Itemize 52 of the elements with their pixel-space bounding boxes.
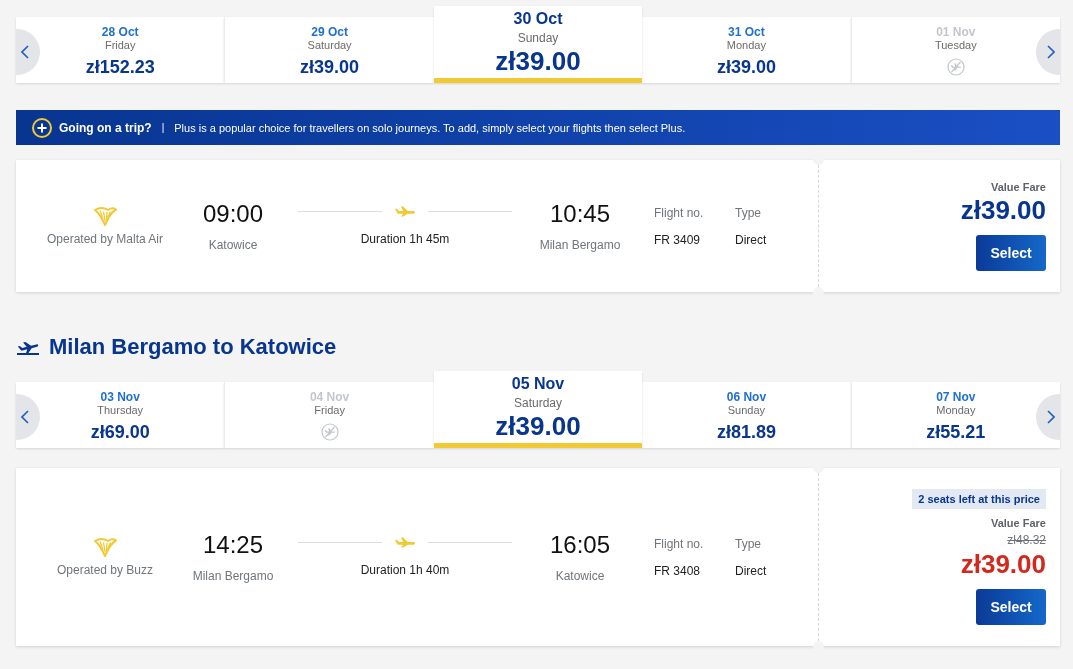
slashed-plane-icon xyxy=(320,423,339,441)
select-button[interactable]: Select xyxy=(976,589,1046,625)
flight-type: Direct xyxy=(735,563,767,578)
slashed-plane-icon xyxy=(946,58,965,76)
harp-icon xyxy=(93,206,117,226)
date-tab[interactable]: 05 Nov Saturday zł39.00 xyxy=(433,371,643,448)
duration-label: Duration 1h 45m xyxy=(360,232,450,246)
fare-price: zł39.00 xyxy=(960,549,1046,579)
chevron-right-icon xyxy=(1047,410,1055,424)
arrival-time: 10:45 xyxy=(549,200,611,228)
arrival-airport: Katowice xyxy=(555,569,605,583)
flight-type-label: Type xyxy=(735,536,761,551)
arrival-time: 16:05 xyxy=(549,531,611,559)
fare-name: Value Fare xyxy=(990,181,1046,193)
operator-label: Operated by Malta Air xyxy=(46,232,164,246)
date-tab[interactable]: 30 Oct Sunday zł39.00 xyxy=(433,6,643,83)
date-tab[interactable]: 28 Oct Friday zł152.23 xyxy=(16,17,225,83)
chevron-right-icon xyxy=(1047,45,1055,59)
chevron-left-icon xyxy=(21,45,29,59)
date-tab[interactable]: 07 Nov Monday zł55.21 xyxy=(850,382,1061,448)
departure-airport: Milan Bergamo xyxy=(192,569,274,583)
date-tab[interactable]: 03 Nov Thursday zł69.00 xyxy=(16,382,225,448)
departure-time: 14:25 xyxy=(202,531,264,559)
old-price: zł48.32 xyxy=(1007,533,1046,547)
flight-number-label: Flight no. xyxy=(654,205,704,220)
plane-takeoff-icon xyxy=(17,339,39,355)
departure-time: 09:00 xyxy=(202,200,264,228)
banner-title: Going on a trip? xyxy=(59,120,152,135)
date-tab[interactable]: 31 Oct Monday zł39.00 xyxy=(642,17,851,83)
plus-icon xyxy=(32,117,52,138)
flight-number-label: Flight no. xyxy=(654,536,704,551)
arrival-airport: Milan Bergamo xyxy=(539,238,621,252)
banner-text: Plus is a popular choice for travellers on solo journeys. To add, simply select your flights then select Plus. xyxy=(174,121,686,134)
select-button[interactable]: Select xyxy=(976,235,1046,271)
plane-icon xyxy=(394,206,416,217)
harp-icon xyxy=(93,537,117,557)
route-title: Milan Bergamo to Katowice xyxy=(49,334,337,360)
duration-label: Duration 1h 40m xyxy=(360,563,450,577)
plane-icon xyxy=(394,537,416,548)
flight-number: FR 3409 xyxy=(654,232,701,247)
departure-airport: Katowice xyxy=(208,238,258,252)
banner-separator: | xyxy=(161,122,165,133)
date-tab[interactable]: 06 Nov Sunday zł81.89 xyxy=(642,382,851,448)
seats-left-badge: 2 seats left at this price xyxy=(912,489,1046,509)
date-tab[interactable]: 29 Oct Saturday zł39.00 xyxy=(224,17,434,83)
fare-price: zł39.00 xyxy=(960,195,1046,225)
chevron-left-icon xyxy=(21,410,29,424)
flight-type: Direct xyxy=(735,232,767,247)
fare-name: Value Fare xyxy=(990,517,1046,529)
flight-type-label: Type xyxy=(735,205,761,220)
flight-number: FR 3408 xyxy=(654,563,701,578)
operator-label: Operated by Buzz xyxy=(56,563,154,577)
